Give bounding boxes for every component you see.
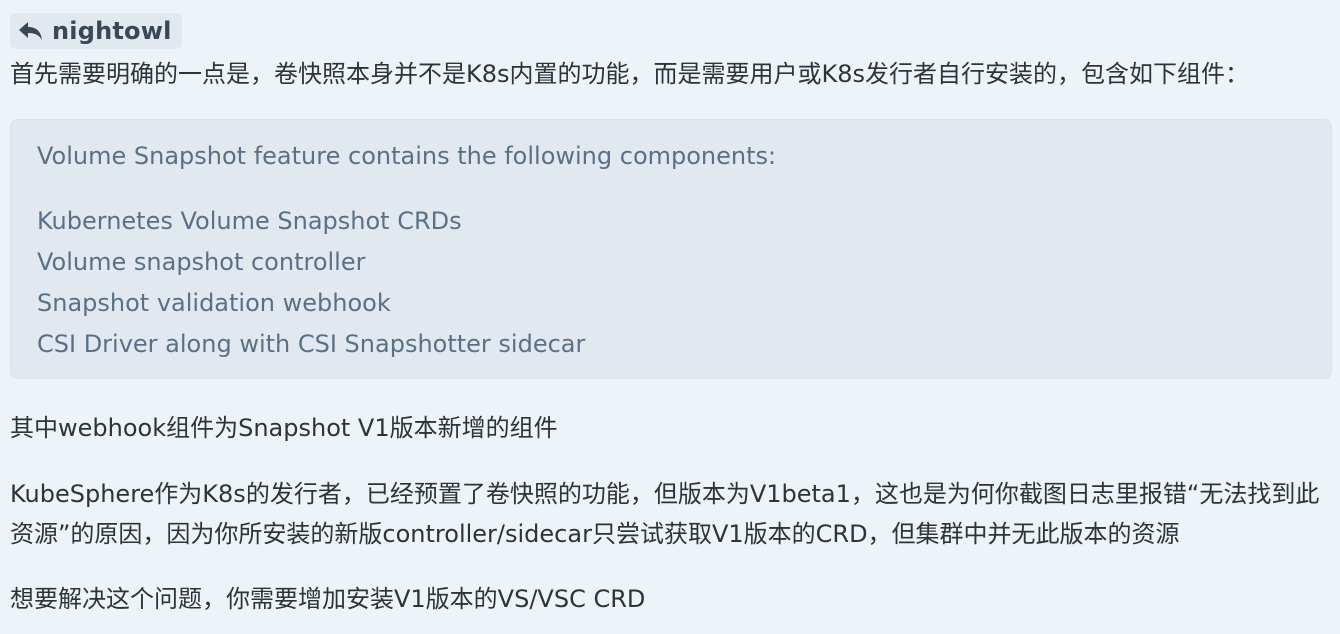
quote-list-item: CSI Driver along with CSI Snapshotter si… <box>37 330 586 358</box>
quote-list-item: Kubernetes Volume Snapshot CRDs <box>37 207 462 235</box>
reply-arrow-icon <box>18 20 44 42</box>
kubesphere-paragraph-line-2: 资源”的原因，因为你所安装的新版controller/sidecar只尝试获取V… <box>10 520 1180 548</box>
quote-list-item: Volume snapshot controller <box>37 248 366 276</box>
kubesphere-paragraph-line-1: KubeSphere作为K8s的发行者，已经预置了卷快照的功能，但版本为V1be… <box>10 480 1320 508</box>
quote-heading: Volume Snapshot feature contains the fol… <box>37 142 777 170</box>
reply-to-user-link[interactable]: nightowl <box>10 13 182 49</box>
forum-post: nightowl 首先需要明确的一点是，卷快照本身并不是K8s内置的功能，而是需… <box>0 0 1340 634</box>
intro-paragraph: 首先需要明确的一点是，卷快照本身并不是K8s内置的功能，而是需要用户或K8s发行… <box>10 60 1250 88</box>
webhook-paragraph: 其中webhook组件为Snapshot V1版本新增的组件 <box>10 414 558 442</box>
reply-username: nightowl <box>52 17 172 45</box>
blockquote: Volume Snapshot feature contains the fol… <box>10 119 1332 379</box>
quote-list-item: Snapshot validation webhook <box>37 289 391 317</box>
solution-paragraph: 想要解决这个问题，你需要增加安装V1版本的VS/VSC CRD <box>10 585 646 613</box>
